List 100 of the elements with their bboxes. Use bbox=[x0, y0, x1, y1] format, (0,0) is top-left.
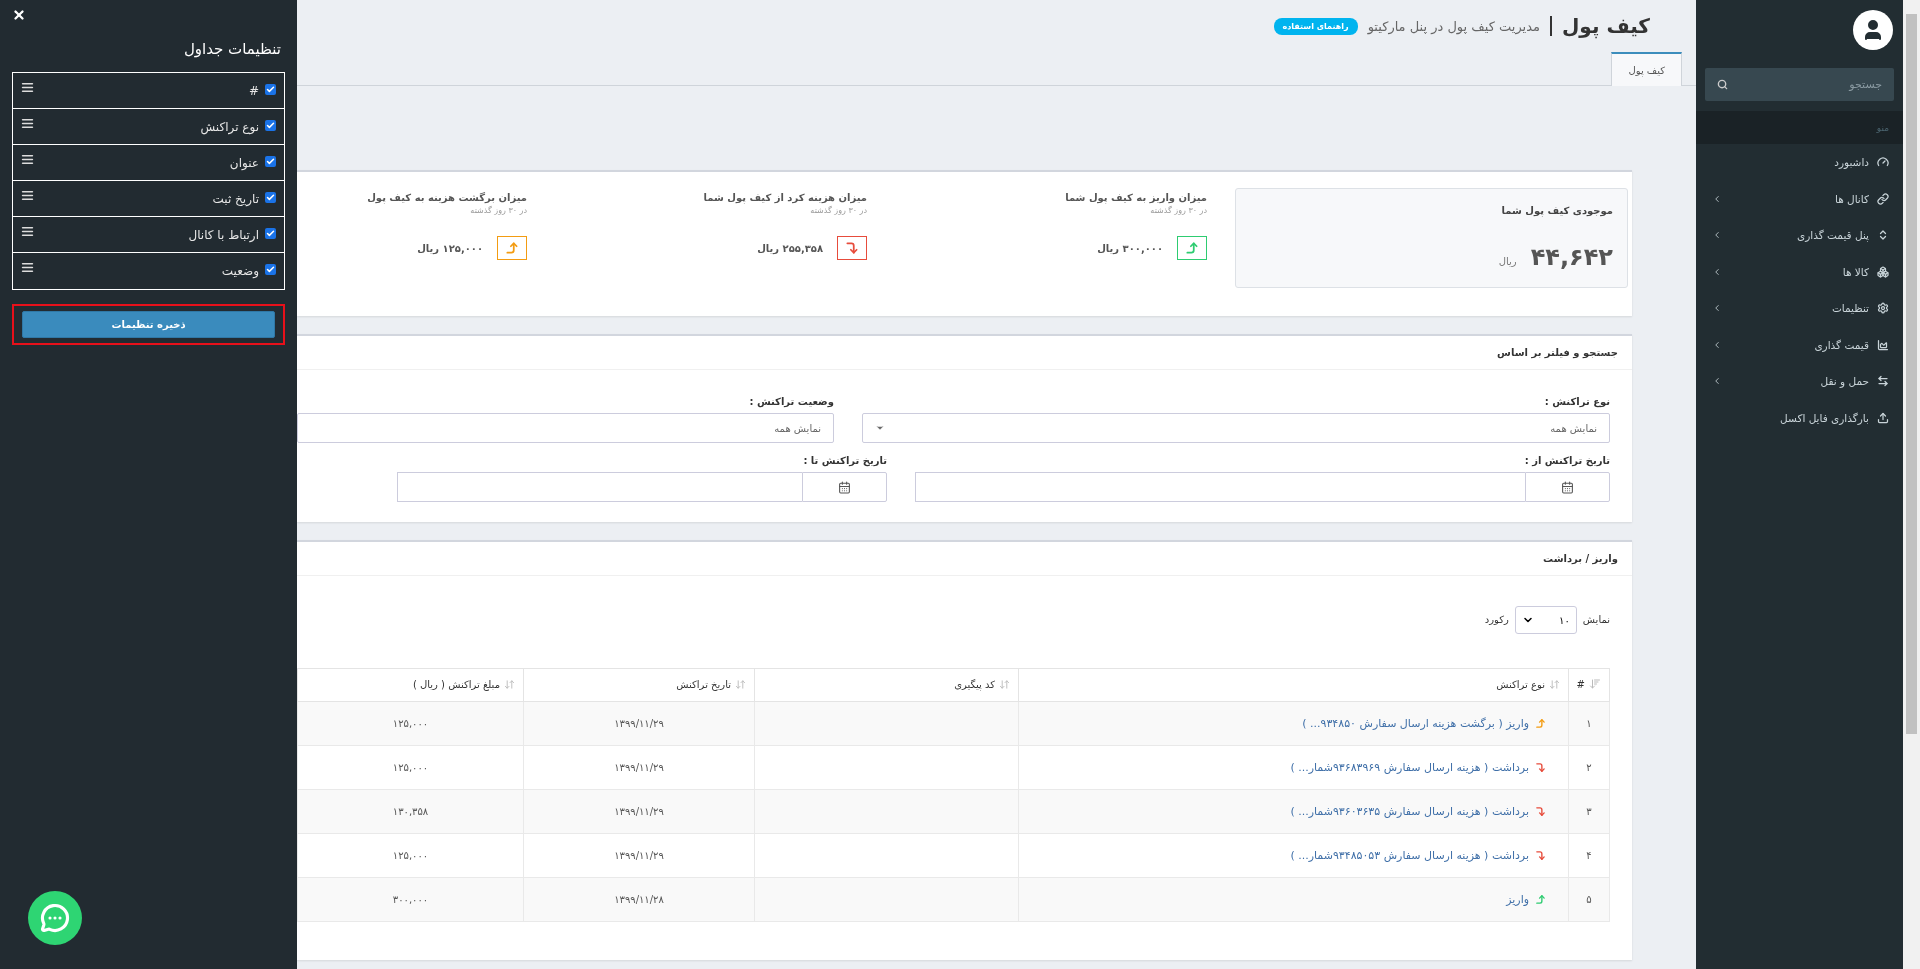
panel-heading: واریز / برداشت bbox=[1543, 553, 1618, 564]
up-arrow-icon bbox=[1185, 241, 1199, 255]
panel-heading: جستجو و فیلتر بر اساس bbox=[1497, 347, 1618, 358]
stat-title: میزان واریز به کیف پول شما bbox=[1064, 192, 1207, 203]
length-label: رکورد bbox=[1484, 614, 1509, 625]
table-cell: ۱۳۹۹/۱۱/۲۸ bbox=[523, 877, 755, 922]
stat-period: در ۳۰ روز گذشته bbox=[809, 206, 867, 215]
table-cell: ۱۲۵,۰۰۰ bbox=[297, 833, 524, 878]
checkbox[interactable] bbox=[265, 192, 276, 203]
column-label: ارتباط با کانال bbox=[188, 228, 259, 242]
page-subtitle: مدیریت کیف پول در پنل مارکیتو bbox=[1367, 18, 1540, 34]
transaction-link[interactable]: برداشت ( هزینه ارسال سفارش ۹۳۴۸۵۰۵۳شمار... ) bbox=[1290, 848, 1529, 862]
stat-period: در ۳۰ روز گذشته bbox=[469, 206, 527, 215]
field-label: نوع تراکنش : bbox=[1543, 396, 1610, 407]
down-arrow-icon bbox=[1535, 761, 1546, 773]
boxes-icon bbox=[1877, 265, 1889, 278]
close-button[interactable] bbox=[12, 8, 26, 22]
date-field[interactable] bbox=[397, 472, 802, 502]
column-label: # bbox=[248, 84, 259, 98]
stat-title: میزان هزینه کرد از کیف پول شما bbox=[702, 192, 867, 203]
drag-handle-icon[interactable] bbox=[21, 225, 34, 238]
caret-icon bbox=[875, 423, 885, 433]
sort-icon bbox=[1549, 678, 1560, 690]
avatar[interactable] bbox=[1853, 10, 1893, 50]
field-label: وضعیت تراکنش : bbox=[748, 396, 834, 407]
chevron-icon bbox=[1712, 193, 1722, 204]
chat-icon bbox=[40, 903, 70, 933]
table-cell: ۱۲۵,۰۰۰ bbox=[297, 745, 524, 790]
stat-amount: ۲۵۵,۳۵۸ ریال bbox=[757, 242, 823, 254]
drag-handle-icon[interactable] bbox=[21, 81, 34, 94]
menu-item[interactable]: قیمت گذاری bbox=[1696, 326, 1903, 363]
balance-title: موجودی کیف پول شما bbox=[1500, 205, 1613, 216]
menu-item[interactable]: کانال ها bbox=[1696, 180, 1903, 217]
chevron-icon bbox=[1712, 339, 1722, 350]
stat-amount: ۱۲۵,۰۰۰ ریال bbox=[417, 242, 483, 254]
field-label: تاریخ تراکنش تا : bbox=[802, 455, 887, 466]
area-chart-icon bbox=[1877, 338, 1889, 351]
transaction-link[interactable]: برداشت ( هزینه ارسال سفارش ۹۳۶۰۳۶۳۵شمار... ) bbox=[1290, 804, 1529, 818]
drag-handle-icon[interactable] bbox=[21, 261, 34, 274]
menu-item[interactable]: پنل قیمت گذاری bbox=[1696, 217, 1903, 254]
table-cell: ۱۳۹۹/۱۱/۲۹ bbox=[523, 789, 755, 834]
title-separator bbox=[1550, 16, 1552, 36]
balance-unit: ریال bbox=[1498, 256, 1517, 267]
tab[interactable]: کیف پول bbox=[1611, 52, 1682, 86]
down-arrow-icon bbox=[1535, 805, 1546, 817]
column-label: تاریخ ثبت bbox=[212, 192, 259, 206]
date-field[interactable] bbox=[915, 472, 1525, 502]
drag-handle-icon[interactable] bbox=[21, 153, 34, 166]
stat-amount: ۳۰۰,۰۰۰ ریال bbox=[1097, 242, 1163, 254]
chevron-icon bbox=[1712, 376, 1722, 387]
page-size-select[interactable]: ۱۰ bbox=[1514, 606, 1577, 634]
checkbox[interactable] bbox=[265, 84, 276, 95]
table-cell: ۳ bbox=[1568, 789, 1610, 834]
select-field[interactable]: نمایش همه bbox=[297, 413, 834, 443]
table-cell: ۱۳۰,۳۵۸ bbox=[297, 789, 524, 834]
column-header[interactable]: # bbox=[1568, 668, 1610, 702]
column-header[interactable]: تاریخ تراکنش bbox=[523, 668, 755, 702]
column-label: نوع تراکنش bbox=[200, 120, 259, 134]
page-title: کیف پول bbox=[1562, 14, 1650, 38]
menu-item[interactable]: بارگذاری فایل اکسل bbox=[1696, 399, 1903, 436]
column-header[interactable]: مبلغ تراکنش ( ریال ) bbox=[297, 668, 524, 702]
table-cell: ۱۲۵,۰۰۰ bbox=[297, 701, 524, 746]
up-arrow-icon bbox=[1535, 893, 1546, 905]
down-arrow-icon bbox=[845, 241, 859, 255]
column-header[interactable]: نوع تراکنش bbox=[1018, 668, 1569, 702]
menu-item[interactable]: کالا ها bbox=[1696, 253, 1903, 290]
up-down-icon bbox=[1877, 229, 1889, 242]
sort-icon bbox=[1589, 678, 1601, 690]
drag-handle-icon[interactable] bbox=[21, 189, 34, 202]
drag-handle-icon[interactable] bbox=[21, 117, 34, 130]
column-header[interactable]: کد پیگیری bbox=[754, 668, 1019, 702]
stat-period: در ۳۰ روز گذشته bbox=[1149, 206, 1207, 215]
stat-title: میزان برگشت هزینه به کیف پول bbox=[366, 192, 527, 203]
table-cell: ۵ bbox=[1568, 877, 1610, 922]
table-cell: ۲ bbox=[1568, 745, 1610, 790]
checkbox[interactable] bbox=[265, 120, 276, 131]
transaction-link[interactable]: واریز ( برگشت هزینه ارسال سفارش ۹۳۴۸۵۰... ) bbox=[1302, 716, 1529, 730]
calendar-icon bbox=[1561, 480, 1574, 494]
table-cell: ۱ bbox=[1568, 701, 1610, 746]
up-arrow-icon bbox=[505, 241, 519, 255]
checkbox[interactable] bbox=[265, 156, 276, 167]
select-field[interactable]: نمایش همه bbox=[862, 413, 1610, 443]
save-button[interactable]: ذخیره تنظیمات bbox=[22, 311, 275, 338]
menu-item[interactable]: داشبورد bbox=[1696, 144, 1903, 181]
transaction-link[interactable]: برداشت ( هزینه ارسال سفارش ۹۳۶۸۳۹۶۹شمار... ) bbox=[1290, 760, 1529, 774]
menu-item[interactable]: تنظیمات bbox=[1696, 290, 1903, 327]
checkbox[interactable] bbox=[265, 228, 276, 239]
gauge-icon bbox=[1877, 156, 1889, 169]
menu-item[interactable]: حمل و نقل bbox=[1696, 363, 1903, 400]
exchange-icon bbox=[1877, 375, 1889, 388]
checkbox[interactable] bbox=[265, 264, 276, 275]
table-cell: ۱۳۹۹/۱۱/۲۹ bbox=[523, 701, 755, 746]
chevron-icon bbox=[1712, 266, 1722, 277]
table-cell: ۱۳۹۹/۱۱/۲۹ bbox=[523, 745, 755, 790]
transaction-link[interactable]: واریز bbox=[1506, 892, 1529, 906]
down-arrow-icon bbox=[1535, 849, 1546, 861]
chevron-icon bbox=[1712, 303, 1722, 314]
table-cell: ۳۰۰,۰۰۰ bbox=[297, 877, 524, 922]
sort-icon bbox=[735, 678, 746, 690]
settings-icon bbox=[1877, 302, 1889, 315]
